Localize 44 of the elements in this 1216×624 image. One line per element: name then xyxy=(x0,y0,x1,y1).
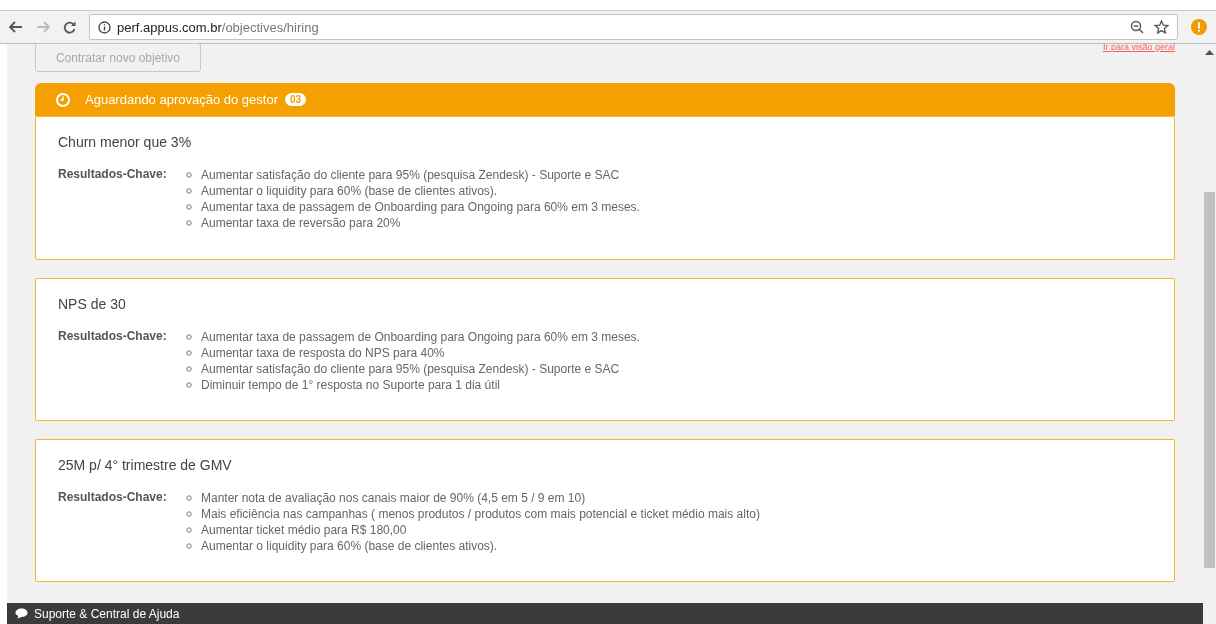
url-text: perf.appus.com.br/objectives/hiring xyxy=(117,19,320,35)
key-result-text: Aumentar ticket médio para R$ 180,00 xyxy=(201,522,407,538)
bullet-icon xyxy=(186,188,192,194)
info-icon[interactable] xyxy=(98,20,111,34)
objective-title: 25M p/ 4° trimestre de GMV xyxy=(58,457,233,473)
key-results-label: Resultados-Chave: xyxy=(58,329,168,345)
bullet-icon xyxy=(186,172,192,178)
key-result-text: Aumentar taxa de reversão para 20% xyxy=(201,215,401,231)
help-link[interactable]: Suporte & Central de Ajuda xyxy=(34,606,180,621)
key-result-text: Mais eficiência nas campanhas ( menos produtos / produtos com mais potencial e ticket médio mais alto) xyxy=(201,506,760,522)
scroll-thumb[interactable] xyxy=(1204,192,1215,568)
bullet-icon xyxy=(186,382,192,388)
key-result-text: Aumentar o liquidity para 60% (base de clientes ativos). xyxy=(201,538,498,554)
zoom-out-icon[interactable] xyxy=(1130,20,1144,34)
objective-title: Churn menor que 3% xyxy=(58,134,193,150)
key-result-text: Aumentar taxa de passagem de Onboarding para Ongoing para 60% em 3 meses. xyxy=(201,329,640,345)
key-result-text: Diminuir tempo de 1° resposta no Suporte para 1 dia útil xyxy=(201,377,500,393)
bullet-icon xyxy=(186,543,192,549)
bullet-icon xyxy=(186,527,192,533)
key-result-text: Aumentar satisfação do cliente para 95% (pesquisa Zendesk) - Suporte e SAC xyxy=(201,167,620,183)
key-results-label: Resultados-Chave: xyxy=(58,490,168,506)
objective-title: NPS de 30 xyxy=(58,296,127,312)
star-icon[interactable] xyxy=(1154,20,1169,34)
key-result-text: Aumentar taxa de passagem de Onboarding para Ongoing para 60% em 3 meses. xyxy=(201,199,640,215)
bullet-icon xyxy=(186,350,192,356)
clock-icon xyxy=(56,92,70,107)
back-icon[interactable] xyxy=(9,21,23,33)
bullet-icon xyxy=(186,495,192,501)
bullet-icon xyxy=(186,220,192,226)
address-bar[interactable]: perf.appus.com.br/objectives/hiring xyxy=(89,14,1178,40)
count-badge: 03 xyxy=(285,93,307,106)
bullet-icon xyxy=(186,204,192,210)
key-result-text: Manter nota de avaliação nos canais maior de 90% (4,5 em 5 / 9 em 10) xyxy=(201,490,586,506)
bullet-icon xyxy=(186,334,192,340)
bullet-icon xyxy=(186,511,192,517)
key-results-label: Resultados-Chave: xyxy=(58,167,168,183)
key-result-text: Aumentar taxa de resposta do NPS para 40% xyxy=(201,345,445,361)
bullet-icon xyxy=(186,366,192,372)
chat-bubble-icon xyxy=(15,608,28,619)
group-title: Aguardando aprovação do gestor xyxy=(85,92,278,107)
key-result-text: Aumentar satisfação do cliente para 95% (pesquisa Zendesk) - Suporte e SAC xyxy=(201,361,620,377)
scroll-up-icon[interactable] xyxy=(1205,50,1214,55)
reload-icon[interactable] xyxy=(63,20,76,34)
key-result-text: Aumentar o liquidity para 60% (base de clientes ativos). xyxy=(201,183,498,199)
